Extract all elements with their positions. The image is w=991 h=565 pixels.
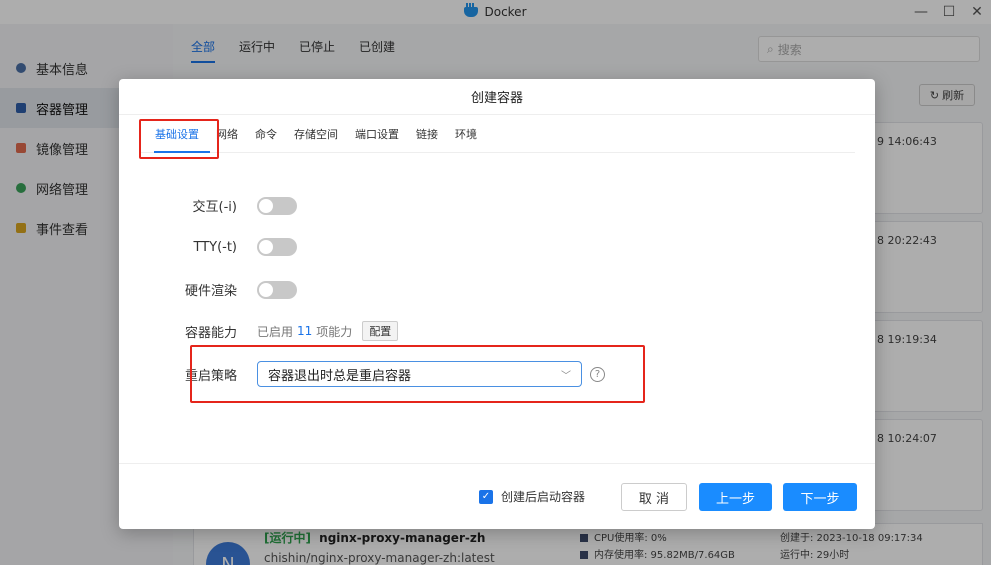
tab-environment[interactable]: 环境 bbox=[455, 115, 477, 153]
capabilities-label: 容器能力 bbox=[184, 325, 237, 341]
cancel-button[interactable]: 取 消 bbox=[621, 483, 687, 511]
highlight-box-restart bbox=[190, 345, 645, 403]
tab-command[interactable]: 命令 bbox=[255, 115, 277, 153]
row-tty: TTY(-t) bbox=[119, 238, 875, 256]
capabilities-suffix: 项能力 bbox=[316, 324, 353, 339]
tab-links[interactable]: 链接 bbox=[416, 115, 438, 153]
dialog-tabs: 基础设置 网络 命令 存储空间 端口设置 链接 环境 bbox=[139, 115, 855, 153]
capabilities-count: 11 bbox=[297, 324, 313, 338]
hw-render-toggle[interactable] bbox=[257, 280, 297, 299]
start-after-create-label: 创建后启动容器 bbox=[501, 490, 586, 504]
hw-render-label: 硬件渲染 bbox=[184, 284, 237, 299]
tab-storage[interactable]: 存储空间 bbox=[294, 115, 338, 153]
dialog-footer: ✓ 创建后启动容器 取 消 上一步 下一步 bbox=[119, 463, 875, 529]
tty-label: TTY(-t) bbox=[193, 239, 237, 255]
interactive-label: 交互(-i) bbox=[192, 200, 237, 215]
checkbox-checked-icon[interactable]: ✓ bbox=[479, 489, 493, 504]
tab-network[interactable]: 网络 bbox=[216, 115, 238, 153]
dialog-title: 创建容器 bbox=[119, 79, 875, 115]
tab-ports[interactable]: 端口设置 bbox=[355, 115, 399, 153]
row-interactive: 交互(-i) bbox=[119, 196, 875, 215]
capabilities-prefix: 已启用 bbox=[257, 324, 294, 339]
interactive-toggle[interactable] bbox=[257, 196, 297, 215]
highlight-box-tab bbox=[139, 119, 219, 159]
configure-capabilities-button[interactable]: 配置 bbox=[362, 321, 399, 341]
tty-toggle[interactable] bbox=[257, 238, 297, 256]
next-step-button[interactable]: 下一步 bbox=[783, 483, 857, 511]
previous-step-button[interactable]: 上一步 bbox=[699, 483, 772, 511]
row-hw-render: 硬件渲染 bbox=[119, 280, 875, 299]
row-capabilities: 容器能力 已启用 11 项能力 配置 bbox=[119, 321, 875, 341]
start-after-create-option[interactable]: ✓ 创建后启动容器 bbox=[479, 488, 585, 505]
create-container-dialog: 创建容器 基础设置 网络 命令 存储空间 端口设置 链接 环境 交互(-i) T… bbox=[119, 79, 875, 529]
